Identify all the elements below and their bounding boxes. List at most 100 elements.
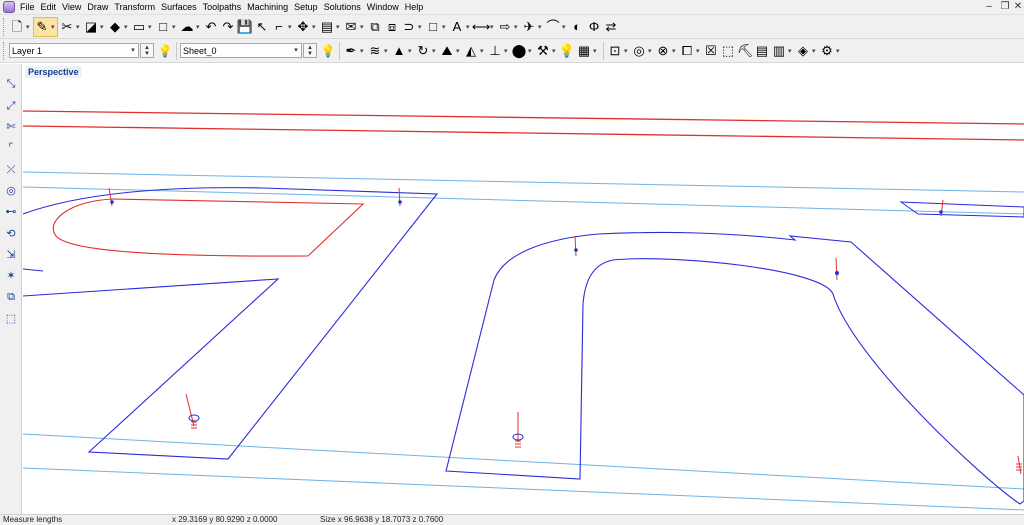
chevron-down-icon[interactable]: ▾ bbox=[593, 47, 599, 55]
toolbar-grip[interactable] bbox=[3, 17, 6, 36]
swap-button[interactable]: ⇄ bbox=[603, 17, 619, 37]
save-button[interactable]: 💾 bbox=[237, 17, 253, 37]
chevron-down-icon[interactable]: ▾ bbox=[514, 23, 520, 31]
node-marker[interactable] bbox=[939, 199, 944, 217]
layers-button[interactable]: ◆ ▾ bbox=[107, 17, 130, 37]
menu-help[interactable]: Help bbox=[405, 2, 430, 12]
chevron-down-icon[interactable]: ▾ bbox=[480, 47, 486, 55]
circle-cross-button[interactable]: ⊗ ▾ bbox=[655, 41, 678, 61]
arch-shape-outline[interactable] bbox=[445, 231, 1024, 505]
copy-frame-button[interactable]: ⧠ ▾ bbox=[679, 41, 702, 61]
layer-visibility-bulb-icon[interactable]: 💡 bbox=[157, 43, 173, 59]
perspective-viewport[interactable]: Perspective bbox=[23, 64, 1024, 514]
pyramid-button[interactable]: ▲ ▾ bbox=[391, 41, 414, 61]
sculpt-button[interactable]: ⚒ ▾ bbox=[535, 41, 558, 61]
chevron-down-icon[interactable]: ▾ bbox=[528, 47, 534, 55]
chevron-down-icon[interactable]: ▾ bbox=[562, 23, 568, 31]
selected-contour[interactable] bbox=[52, 198, 365, 257]
extrude-button[interactable]: ⛰ ▾ bbox=[439, 41, 462, 61]
transform-button[interactable]: ✥ ▾ bbox=[295, 17, 318, 37]
chevron-down-icon[interactable]: ▾ bbox=[432, 47, 438, 55]
menu-file[interactable]: File bbox=[20, 2, 41, 12]
chevron-down-icon[interactable]: ▾ bbox=[504, 47, 510, 55]
target-button[interactable]: ◎ ▾ bbox=[631, 41, 654, 61]
chevron-down-icon[interactable]: ▾ bbox=[124, 23, 130, 31]
node-marker[interactable] bbox=[1016, 455, 1022, 475]
menu-surfaces[interactable]: Surfaces bbox=[161, 2, 203, 12]
chevron-down-icon[interactable]: ▾ bbox=[788, 47, 794, 55]
light-bulb-button[interactable]: 💡 bbox=[559, 41, 575, 61]
node-marker[interactable] bbox=[185, 393, 200, 429]
shape-edit-button[interactable]: ▭ ▾ bbox=[131, 17, 154, 37]
node-marker[interactable] bbox=[512, 412, 524, 448]
chevron-down-icon[interactable]: ▾ bbox=[26, 23, 32, 31]
menu-edit[interactable]: Edit bbox=[41, 2, 63, 12]
node-add-icon[interactable]: ⤢ bbox=[3, 98, 19, 114]
fit-text-button[interactable]: ⟷ ▾ bbox=[472, 17, 496, 37]
menu-setup[interactable]: Setup bbox=[294, 2, 324, 12]
offset-curve-button[interactable]: ⊃ ▾ bbox=[401, 17, 424, 37]
bounding-box-tool-icon[interactable]: ⬚ bbox=[3, 311, 19, 327]
stack-button[interactable]: ▤ ▾ bbox=[319, 17, 342, 37]
viewport-canvas[interactable] bbox=[23, 64, 1024, 514]
feather-button[interactable]: ✒ ▾ bbox=[343, 41, 366, 61]
chevron-down-icon[interactable]: ▾ bbox=[360, 23, 366, 31]
machine-button[interactable]: ⬚ bbox=[720, 41, 736, 61]
trim-tool-icon[interactable]: ✄ bbox=[3, 119, 19, 135]
chevron-down-icon[interactable]: ▾ bbox=[624, 47, 630, 55]
toolbar-grip[interactable] bbox=[3, 41, 6, 60]
chevron-down-icon[interactable]: ▾ bbox=[172, 23, 178, 31]
menu-solutions[interactable]: Solutions bbox=[324, 2, 367, 12]
menu-draw[interactable]: Draw bbox=[87, 2, 114, 12]
chevron-down-icon[interactable]: ▾ bbox=[672, 47, 678, 55]
revolve-button[interactable]: ↻ ▾ bbox=[415, 41, 438, 61]
sheet-visibility-bulb-icon[interactable]: 💡 bbox=[320, 43, 336, 59]
chevron-down-icon[interactable]: ▾ bbox=[442, 23, 448, 31]
layer-spinner[interactable]: ▲ ▼ bbox=[140, 43, 154, 58]
chevron-down-icon[interactable]: ▾ bbox=[76, 23, 82, 31]
measure-tool-icon[interactable]: ⊷ bbox=[3, 204, 19, 220]
pointer-button[interactable]: ↖ bbox=[254, 17, 270, 37]
sweep-button[interactable]: ≋ ▾ bbox=[367, 41, 390, 61]
close-icon[interactable]: ✕ bbox=[1012, 1, 1024, 13]
pencil-draw-button[interactable]: ✎ ▾ bbox=[33, 16, 58, 37]
envelope-button[interactable]: ✉ ▾ bbox=[343, 17, 366, 37]
scale-tool-icon[interactable]: ⇲ bbox=[3, 247, 19, 263]
chevron-down-icon[interactable]: ▾ bbox=[336, 23, 342, 31]
restore-icon[interactable]: ❐ bbox=[999, 1, 1011, 13]
menu-toolpaths[interactable]: Toolpaths bbox=[203, 2, 248, 12]
chevron-down-icon[interactable]: ▾ bbox=[836, 47, 842, 55]
chevron-down-icon[interactable]: ▾ bbox=[312, 23, 318, 31]
redo-button[interactable]: ↷ bbox=[220, 17, 236, 37]
mirror-button[interactable]: ◐ bbox=[569, 17, 585, 37]
scissors-button[interactable]: ✂ ▾ bbox=[59, 17, 82, 37]
chevron-down-icon[interactable]: ▾ bbox=[51, 23, 57, 31]
rectangle-button[interactable]: □ ▾ bbox=[155, 17, 178, 37]
sheet-select[interactable]: Sheet_0 ▾ bbox=[180, 43, 302, 58]
menu-view[interactable]: View bbox=[62, 2, 87, 12]
tool-button[interactable]: ⛏ bbox=[737, 41, 754, 61]
node-marker[interactable] bbox=[574, 235, 578, 257]
texture-button[interactable]: ▦ ▾ bbox=[576, 41, 599, 61]
align-button[interactable]: ✈ ▾ bbox=[521, 17, 544, 37]
delete-x-button[interactable]: ☒ bbox=[703, 41, 719, 61]
menu-machining[interactable]: Machining bbox=[247, 2, 294, 12]
bevel-button[interactable]: ◭ ▾ bbox=[463, 41, 486, 61]
square-button[interactable]: □ ▾ bbox=[425, 17, 448, 37]
menu-transform[interactable]: Transform bbox=[114, 2, 161, 12]
circle-tool-icon[interactable]: ◎ bbox=[3, 183, 19, 199]
lathe-button[interactable]: ⊥ ▾ bbox=[487, 41, 510, 61]
curve-button[interactable]: ⌒ ▾ bbox=[545, 17, 568, 37]
node-edit-button[interactable]: ⌐ ▾ bbox=[271, 17, 294, 37]
menu-window[interactable]: Window bbox=[367, 2, 405, 12]
symmetry-button[interactable]: Φ bbox=[586, 17, 602, 37]
star-tool-icon[interactable]: ✶ bbox=[3, 268, 19, 284]
join-tool-icon[interactable]: ⤫ bbox=[3, 162, 19, 178]
layer-select[interactable]: Layer 1 ▾ bbox=[9, 43, 139, 58]
chevron-down-icon[interactable]: ▾ bbox=[456, 47, 462, 55]
chevron-down-icon[interactable]: ▾ bbox=[538, 23, 544, 31]
chevron-down-icon[interactable]: ▾ bbox=[696, 47, 702, 55]
new-file-button[interactable]: 🗋 ▾ bbox=[9, 17, 32, 37]
corner-tool-icon[interactable]: ⌜ bbox=[3, 140, 19, 156]
chevron-down-icon[interactable]: ▾ bbox=[408, 47, 414, 55]
